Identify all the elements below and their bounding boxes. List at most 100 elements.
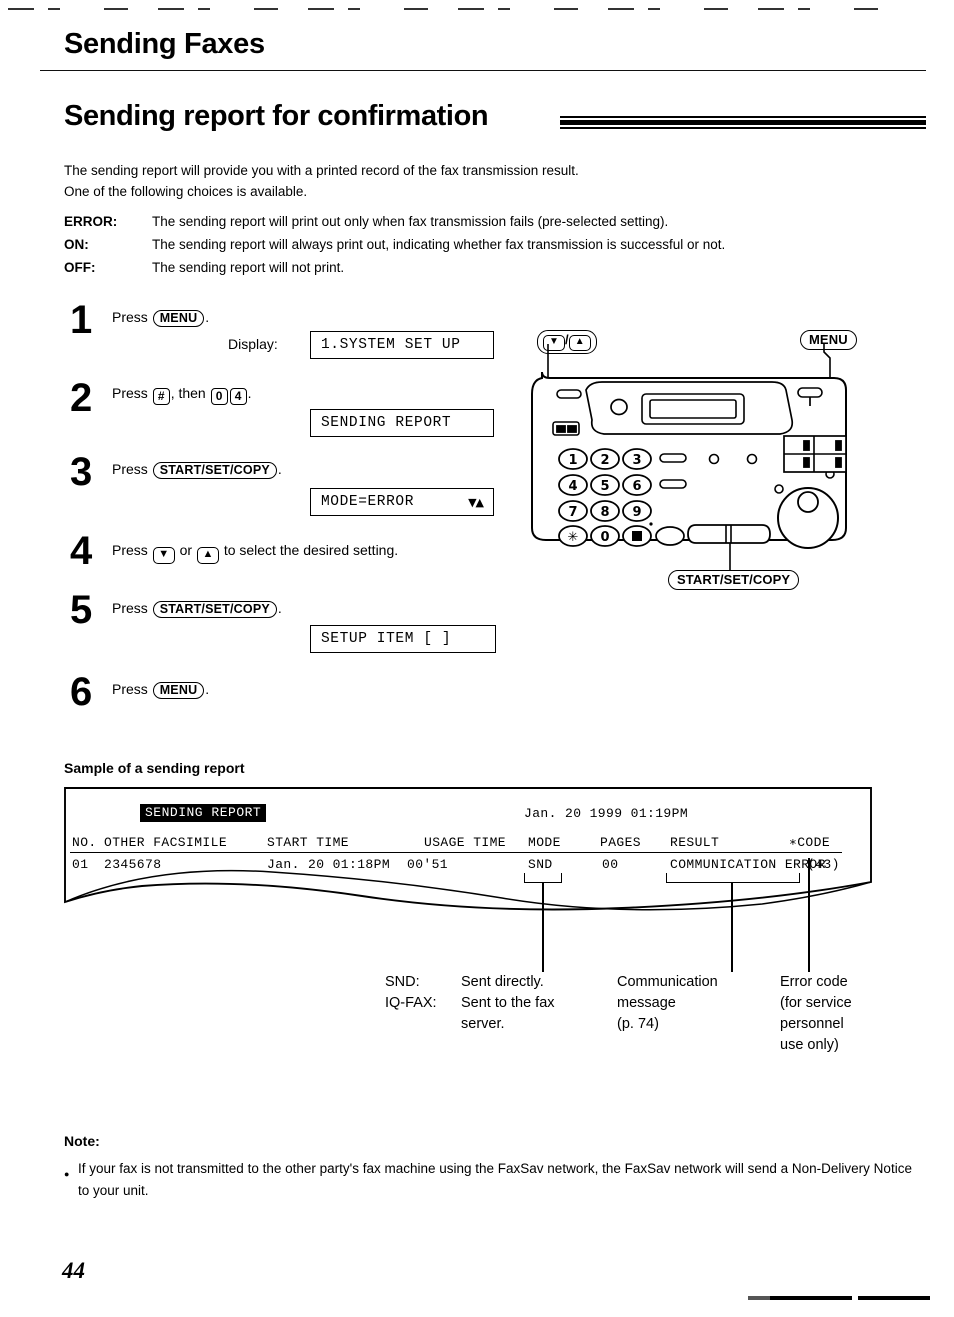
menu-key-6[interactable]: MENU (152, 682, 205, 699)
press-word-3: Press (112, 461, 148, 477)
report-timestamp: Jan. 20 1999 01:19PM (524, 806, 689, 821)
lcd-text-5: SETUP ITEM [ ] (321, 631, 452, 647)
svg-text:5: 5 (600, 479, 609, 494)
col-header-no: NO. (72, 835, 97, 850)
cell-usage-time: 00'51 (407, 857, 449, 872)
digit-key-4[interactable]: 4 (229, 388, 247, 405)
svg-text:6: 6 (632, 479, 641, 494)
error-code-line-1: Error code (780, 974, 848, 990)
cell-no: 01 (72, 857, 89, 872)
legend-value-snd: Sent directly. (461, 974, 544, 990)
step-instruction-6: Press MENU. (112, 679, 209, 699)
down-arrow-key[interactable]: ▼ (152, 547, 175, 564)
report-title-inverted: SENDING REPORT (140, 804, 267, 822)
note-body: ● If your fax is not transmitted to the … (64, 1158, 914, 1202)
col-header-mode: MODE (528, 835, 561, 850)
menu-key-1[interactable]: MENU (152, 310, 205, 327)
col-header-start-time: START TIME (267, 835, 350, 850)
press-word-4: Press (112, 542, 148, 558)
step-number-3: 3 (70, 450, 93, 494)
lcd-display-5: SETUP ITEM [ ] (310, 625, 496, 653)
note-heading: Note: (64, 1133, 100, 1149)
lcd-text-1: 1.SYSTEM SET UP (321, 337, 461, 353)
fax-machine-diagram: 1 2 3 4 5 6 7 8 9 ✳ 0 (520, 322, 930, 592)
digit-key-0[interactable]: 0 (210, 388, 228, 405)
press-word-5: Press (112, 600, 148, 616)
step-instruction-1: Press MENU. (112, 307, 209, 327)
comm-msg-line-2: message (617, 995, 676, 1011)
note-text: If your fax is not transmitted to the ot… (78, 1161, 912, 1198)
comm-msg-line-3: (p. 74) (617, 1016, 659, 1032)
cell-start-time: Jan. 20 01:18PM (267, 857, 391, 872)
callout-error-code: Error code (for service personnel use on… (780, 972, 852, 1056)
period-6: . (205, 681, 210, 697)
step-number-1: 1 (70, 298, 93, 342)
bracket-result (666, 873, 800, 883)
cell-code: (43) (807, 857, 840, 872)
choices-list: ERROR: The sending report will print out… (64, 210, 725, 279)
intro-line-2: One of the following choices is availabl… (64, 184, 308, 199)
col-header-pages: PAGES (600, 835, 642, 850)
page-number: 44 (62, 1258, 85, 1283)
error-code-line-4: use only) (780, 1037, 839, 1053)
lcd-text-2: SENDING REPORT (321, 415, 452, 431)
legend-value-iqfax: Sent to the fax (461, 995, 555, 1011)
choice-key-off: OFF: (64, 260, 96, 275)
lcd-arrows-icon: ▼▲ (468, 495, 484, 509)
choice-desc-on: The sending report will always print out… (152, 237, 726, 252)
or-word-4: or (179, 542, 193, 558)
step-instruction-2: Press #, then 04. (112, 383, 252, 405)
start-set-copy-key-3[interactable]: START/SET/COPY (152, 462, 277, 479)
col-header-other-facsimile: OTHER FACSIMILE (104, 835, 228, 850)
legend-key-iqfax: IQ-FAX: (385, 995, 437, 1011)
svg-text:0: 0 (600, 530, 609, 545)
column-header-underline (70, 852, 842, 854)
svg-text:1: 1 (568, 453, 577, 468)
callout-mode-legend: SND: Sent directly. IQ-FAX: Sent to the … (385, 972, 555, 1035)
choice-key-on: ON: (64, 237, 89, 252)
then-word-2: , then (170, 385, 206, 401)
lcd-display-2: SENDING REPORT (310, 409, 494, 437)
legend-value-iqfax-cont: server. (461, 1016, 505, 1032)
error-code-line-3: personnel (780, 1016, 844, 1032)
callout-communication-message: Communication message (p. 74) (617, 972, 718, 1035)
choice-row-off: OFF: The sending report will not print. (64, 256, 725, 279)
step-number-5: 5 (70, 588, 93, 632)
lcd-display-1: 1.SYSTEM SET UP (310, 331, 494, 359)
page-title: Sending report for confirmation (64, 100, 489, 132)
scan-edge-artifact (8, 8, 888, 10)
hash-key[interactable]: # (152, 388, 170, 405)
leader-line-code (808, 858, 810, 972)
period-2: . (247, 385, 252, 401)
col-header-result: RESULT (670, 835, 720, 850)
comm-msg-line-1: Communication (617, 974, 718, 990)
cell-mode: SND (528, 857, 553, 872)
step-instruction-4: Press ▼ or ▲ to select the desired setti… (112, 540, 398, 564)
svg-text:4: 4 (568, 479, 577, 494)
svg-text:3: 3 (632, 453, 641, 468)
sample-report-figure: SENDING REPORT Jan. 20 1999 01:19PM NO. … (62, 786, 874, 926)
manual-page: Sending Faxes Sending report for confirm… (0, 0, 954, 1317)
bullet-icon: ● (64, 1169, 70, 1179)
step-instruction-3: Press START/SET/COPY. (112, 459, 282, 479)
period-5: . (277, 600, 282, 616)
sample-report-heading: Sample of a sending report (64, 760, 245, 776)
choice-key-error: ERROR: (64, 214, 118, 229)
chapter-title: Sending Faxes (64, 28, 265, 60)
step-instruction-5: Press START/SET/COPY. (112, 598, 282, 618)
leader-line-mode (542, 882, 544, 972)
choice-row-error: ERROR: The sending report will print out… (64, 210, 725, 233)
header-divider (40, 70, 926, 71)
svg-text:2: 2 (600, 453, 609, 468)
up-arrow-key[interactable]: ▲ (196, 547, 219, 564)
step-number-2: 2 (70, 376, 93, 420)
choice-desc-off: The sending report will not print. (152, 260, 345, 275)
section-title-rule (560, 116, 926, 129)
press-word-6: Press (112, 681, 148, 697)
step-number-4: 4 (70, 529, 93, 573)
cell-other-facsimile: 2345678 (104, 857, 162, 872)
step-number-6: 6 (70, 670, 93, 714)
leader-line-result (731, 882, 733, 972)
start-set-copy-key-5[interactable]: START/SET/COPY (152, 601, 277, 618)
step-4-tail: to select the desired setting. (223, 542, 399, 558)
